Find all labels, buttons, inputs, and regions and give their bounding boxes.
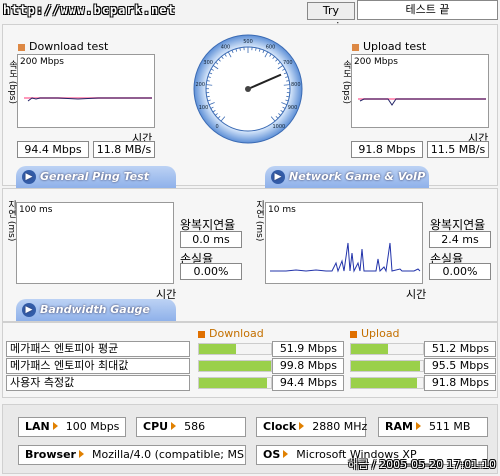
download-mbps-field: 94.4 Mbps: [17, 141, 89, 158]
dial-tick-label: 600: [266, 45, 276, 51]
caret-right-icon: [52, 422, 58, 430]
tab-network-game-voip-test[interactable]: ▶Network Game & VoIP Test: [265, 166, 429, 205]
lan-info: LAN 100 Mbps: [18, 417, 126, 437]
speed-test-window: http://www.bcpark.net Try again 테스트 끝 Do…: [0, 0, 500, 476]
download-graph: [24, 97, 152, 102]
download-gauge-value: 94.4 Mbps: [272, 375, 344, 391]
upload-gauge-value: 91.8 Mbps: [424, 375, 496, 391]
dial-tick: [286, 95, 290, 98]
gauge-download-header: Download: [198, 327, 264, 340]
url-text: http://www.bcpark.net: [3, 3, 176, 17]
game-loss-field: 0.00%: [429, 263, 491, 280]
upload-gauge-bar: [350, 377, 424, 389]
upload-gauge-value: 95.5 Mbps: [424, 358, 496, 374]
arrow-right-icon: ▶: [22, 303, 36, 317]
upload-chart: 200 Mbps: [351, 54, 489, 128]
dial-tick-label: 200: [195, 82, 205, 88]
caret-right-icon: [283, 450, 289, 458]
download-gauge-value: 51.9 Mbps: [272, 341, 344, 357]
upload-mbs-field: 11.5 MB/s: [427, 141, 489, 158]
game-graph: [270, 242, 421, 273]
gauge-row-label: 사용자 측정값: [6, 375, 190, 391]
upload-title: Upload test: [352, 40, 426, 53]
dial-tick-label: 1000: [272, 124, 285, 130]
caret-right-icon: [171, 422, 177, 430]
game-rtt-field: 2.4 ms: [429, 231, 491, 248]
dial-tick-label: 800: [291, 82, 301, 88]
arrow-right-icon: ▶: [271, 170, 285, 184]
speed-dial: 0 100 200 300 400 500 600 700 800 900 1000: [193, 34, 303, 144]
arrow-right-icon: ▶: [22, 170, 36, 184]
upload-graph: [358, 98, 486, 106]
tab-general-ping-test[interactable]: ▶ General Ping Test: [16, 166, 176, 188]
upload-mbps-field: 91.8 Mbps: [351, 141, 423, 158]
gauge-row-label: 메가패스 엔토피아 평균: [6, 341, 190, 357]
gauge-upload-header: Upload: [350, 327, 400, 340]
download-gauge-value: 99.8 Mbps: [272, 358, 344, 374]
gauge-row-label: 메가패스 엔토피아 최대값: [6, 358, 190, 374]
download-title: Download test: [18, 40, 108, 53]
clock-info: Clock 2880 MHz: [256, 417, 367, 437]
timestamp-watermark: 해금 / 2005-05-20 17:01:10: [348, 458, 496, 471]
game-chart: 10 ms: [265, 202, 423, 284]
download-gauge-bar: [198, 360, 272, 372]
dial-tick: [206, 95, 210, 98]
section-marker-icon: [352, 43, 359, 51]
download-gauge-bar: [198, 343, 272, 355]
upload-gauge-bar: [350, 360, 424, 372]
caret-right-icon: [415, 422, 421, 430]
ram-info: RAM 511 MB: [378, 417, 488, 437]
dial-tick-label: 0: [216, 124, 219, 130]
ping-chart: 100 ms: [16, 202, 174, 284]
game-xlabel: 시간: [406, 288, 427, 301]
dial-tick-label: 700: [283, 60, 293, 66]
download-chart: 200 Mbps: [17, 54, 155, 128]
section-marker-icon: [350, 330, 357, 338]
dial-tick-label: 300: [203, 60, 213, 66]
dial-tick-label: 400: [221, 45, 231, 51]
try-again-button[interactable]: Try again: [307, 2, 355, 33]
upload-gauge-value: 51.2 Mbps: [424, 341, 496, 357]
section-marker-icon: [198, 330, 205, 338]
dial-tick-label: 500: [243, 39, 253, 45]
test-status-field: 테스트 끝: [357, 0, 498, 20]
dial-tick-label: 900: [288, 105, 298, 111]
caret-right-icon: [78, 450, 84, 458]
ping-scale-label: 100 ms: [19, 205, 53, 215]
upload-gauge-bar: [350, 343, 424, 355]
download-gauge-bar: [198, 377, 272, 389]
cpu-info: CPU 586: [136, 417, 246, 437]
download-mbs-field: 11.8 MB/s: [93, 141, 155, 158]
ping-rtt-field: 0.0 ms: [180, 231, 242, 248]
browser-info: BrowserMozilla/4.0 (compatible; MSIE 6.0: [18, 445, 246, 465]
ping-loss-field: 0.00%: [180, 263, 242, 280]
caret-right-icon: [299, 422, 305, 430]
dial-tick-label: 100: [199, 105, 209, 111]
tab-bandwidth-gauge[interactable]: ▶ Bandwidth Gauge: [16, 299, 176, 321]
section-marker-icon: [18, 43, 25, 51]
